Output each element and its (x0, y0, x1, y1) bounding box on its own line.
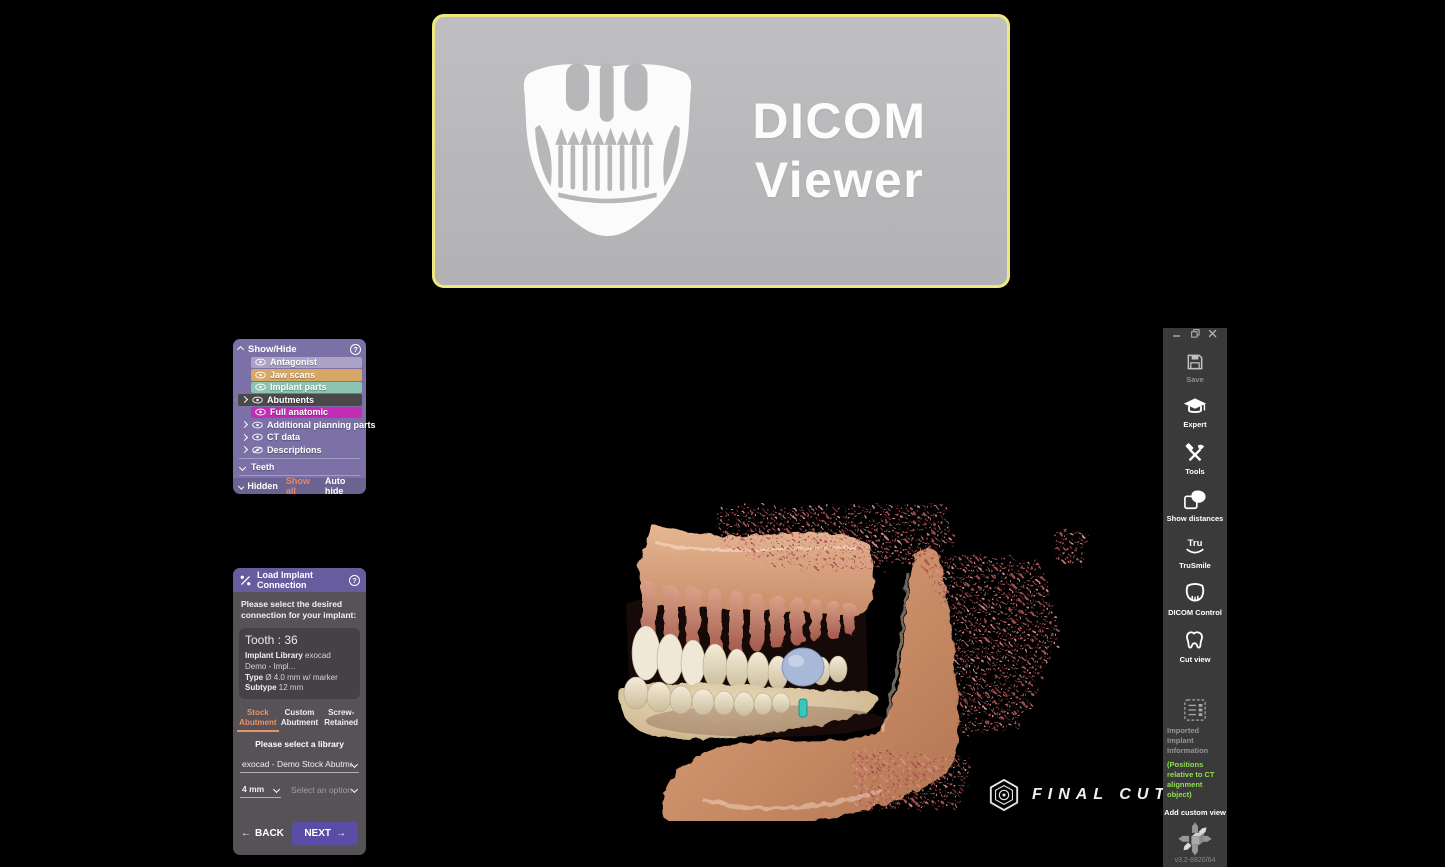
connection-icon (240, 575, 251, 585)
final-cut-watermark: FINAL CUT (988, 778, 1170, 812)
dicom-viewer-banner: DICOM Viewer (432, 14, 1010, 288)
eye-icon[interactable] (255, 383, 266, 391)
back-arrow-icon: ← (241, 828, 251, 839)
implant-type-line: Type Ø 4.0 mm w/ marker (245, 672, 338, 682)
tab-stock-abutment[interactable]: Stock Abutment (237, 708, 279, 733)
implant-info-box: Tooth : 36 Implant Library exocad Demo -… (239, 628, 360, 700)
expander-icon[interactable] (240, 421, 249, 429)
dicom-control-icon (1185, 583, 1205, 602)
chevron-down-icon (350, 760, 359, 769)
expert-button[interactable]: Expert (1183, 397, 1207, 429)
show-hide-panel: Show/Hide ? Antagonist Jaw scans Implant… (233, 339, 376, 496)
eye-icon[interactable] (252, 396, 263, 404)
trusmile-icon: Tru (1186, 538, 1204, 554)
tooth-number: Tooth : 36 (245, 633, 298, 648)
imported-implant-info-icon (1184, 699, 1206, 721)
chevron-down-icon (238, 463, 247, 471)
tools-button[interactable]: Tools (1184, 442, 1206, 476)
dialog-title: Load Implant Connection (257, 570, 313, 590)
layer-row-additional-planning-parts[interactable]: Additional planning parts (233, 419, 376, 432)
trusmile-button[interactable]: Tru TruSmile (1179, 536, 1211, 570)
implant-marker (798, 698, 808, 718)
tools-icon (1185, 443, 1205, 462)
show-distances-icon (1184, 490, 1206, 510)
watermark-text: FINAL CUT (1032, 786, 1171, 803)
chevron-down-icon (350, 786, 359, 794)
skull-jaw-icon (524, 63, 692, 236)
final-cut-logo-icon (989, 778, 1019, 812)
tab-custom-abutment[interactable]: Custom Abutment (279, 708, 321, 732)
help-icon[interactable]: ? (350, 343, 361, 355)
view-navigation-cross[interactable] (1166, 821, 1224, 857)
nav-arrow-up[interactable] (1192, 822, 1198, 834)
divider (239, 458, 360, 459)
imported-implant-information: Imported Implant Information (Positions … (1167, 698, 1223, 799)
expert-icon (1183, 398, 1207, 414)
size-dropdown[interactable]: 4 mm (240, 781, 282, 799)
expander-icon[interactable] (240, 396, 249, 404)
virtual-crown-tooth-36 (781, 647, 825, 687)
load-implant-connection-dialog: Load Implant Connection ? Please select … (233, 568, 366, 855)
3d-jaw-model-viewport[interactable] (616, 503, 1101, 821)
eye-off-icon[interactable] (252, 446, 263, 454)
implant-subtype-line: Subtype 12 mm (245, 683, 304, 693)
dialog-instruction: Please select the desired connection for… (241, 599, 357, 621)
next-arrow-icon: → (336, 828, 346, 839)
panel-title: Show/Hide (248, 343, 297, 355)
cut-view-icon (1186, 631, 1203, 649)
eye-icon[interactable] (252, 421, 263, 429)
auto-hide-button[interactable]: Auto hide (325, 476, 360, 496)
option-dropdown[interactable]: Select an option (289, 781, 359, 798)
chevron-down-icon[interactable] (237, 482, 245, 490)
next-button[interactable]: NEXT → (292, 822, 358, 845)
nav-arrow-down[interactable] (1192, 845, 1198, 856)
layer-row-ct-data[interactable]: CT data (233, 431, 366, 444)
add-custom-view-button[interactable]: Add custom view (1164, 808, 1226, 817)
ct-alignment-note: (Positions relative to CT alignment obje… (1167, 760, 1215, 799)
chevron-down-icon (272, 785, 281, 794)
layer-row-jaw-scans[interactable]: Jaw scans (233, 369, 366, 382)
implant-library-line: Implant Library exocad Demo - Impl... (245, 651, 331, 671)
eye-icon[interactable] (255, 358, 266, 366)
library-prompt: Please select a library (255, 739, 344, 750)
save-button[interactable]: Save (1185, 352, 1205, 384)
nav-arrow-down-left[interactable] (1182, 842, 1192, 853)
eye-icon[interactable] (255, 371, 266, 379)
layer-row-abutments[interactable]: Abutments (233, 394, 366, 407)
save-icon (1187, 354, 1203, 370)
version-label: v3.2-8820/64 (1174, 857, 1216, 864)
right-toolbar: Save Expert Tools Show distances Tru Tru (1163, 328, 1227, 867)
banner-title: DICOM Viewer (752, 93, 927, 208)
layer-row-full-anatomic[interactable]: Full anatomic (233, 406, 366, 419)
collapse-icon[interactable] (236, 345, 245, 353)
teeth-section-header[interactable]: Teeth (233, 461, 366, 473)
layer-row-antagonist[interactable]: Antagonist (233, 356, 366, 369)
expander-icon[interactable] (240, 446, 249, 454)
eye-icon[interactable] (252, 433, 263, 441)
restore-button[interactable] (1190, 329, 1200, 339)
dicom-control-button[interactable]: DICOM Control (1168, 583, 1222, 617)
help-icon[interactable]: ? (349, 574, 360, 586)
layer-row-descriptions[interactable]: Descriptions (233, 444, 366, 457)
show-all-button[interactable]: Show all (286, 476, 317, 496)
eye-icon[interactable] (255, 408, 266, 416)
minimize-button[interactable] (1172, 329, 1182, 339)
tab-screw-retained[interactable]: Screw-Retained (320, 708, 362, 732)
nav-arrow-left[interactable] (1178, 836, 1190, 843)
close-button[interactable] (1208, 329, 1218, 339)
nav-cube-front-face[interactable] (1191, 836, 1200, 846)
expander-icon[interactable] (240, 433, 249, 441)
hidden-toggle[interactable]: Hidden (247, 481, 278, 491)
svg-text:Tru: Tru (1188, 538, 1203, 549)
show-distances-button[interactable]: Show distances (1167, 489, 1223, 523)
cut-view-button[interactable]: Cut view (1180, 630, 1210, 664)
library-dropdown[interactable]: exocad - Demo Stock Abutment FD (240, 756, 359, 774)
layer-row-implant-parts[interactable]: Implant parts (233, 381, 366, 394)
back-button[interactable]: ← BACK (241, 828, 284, 839)
